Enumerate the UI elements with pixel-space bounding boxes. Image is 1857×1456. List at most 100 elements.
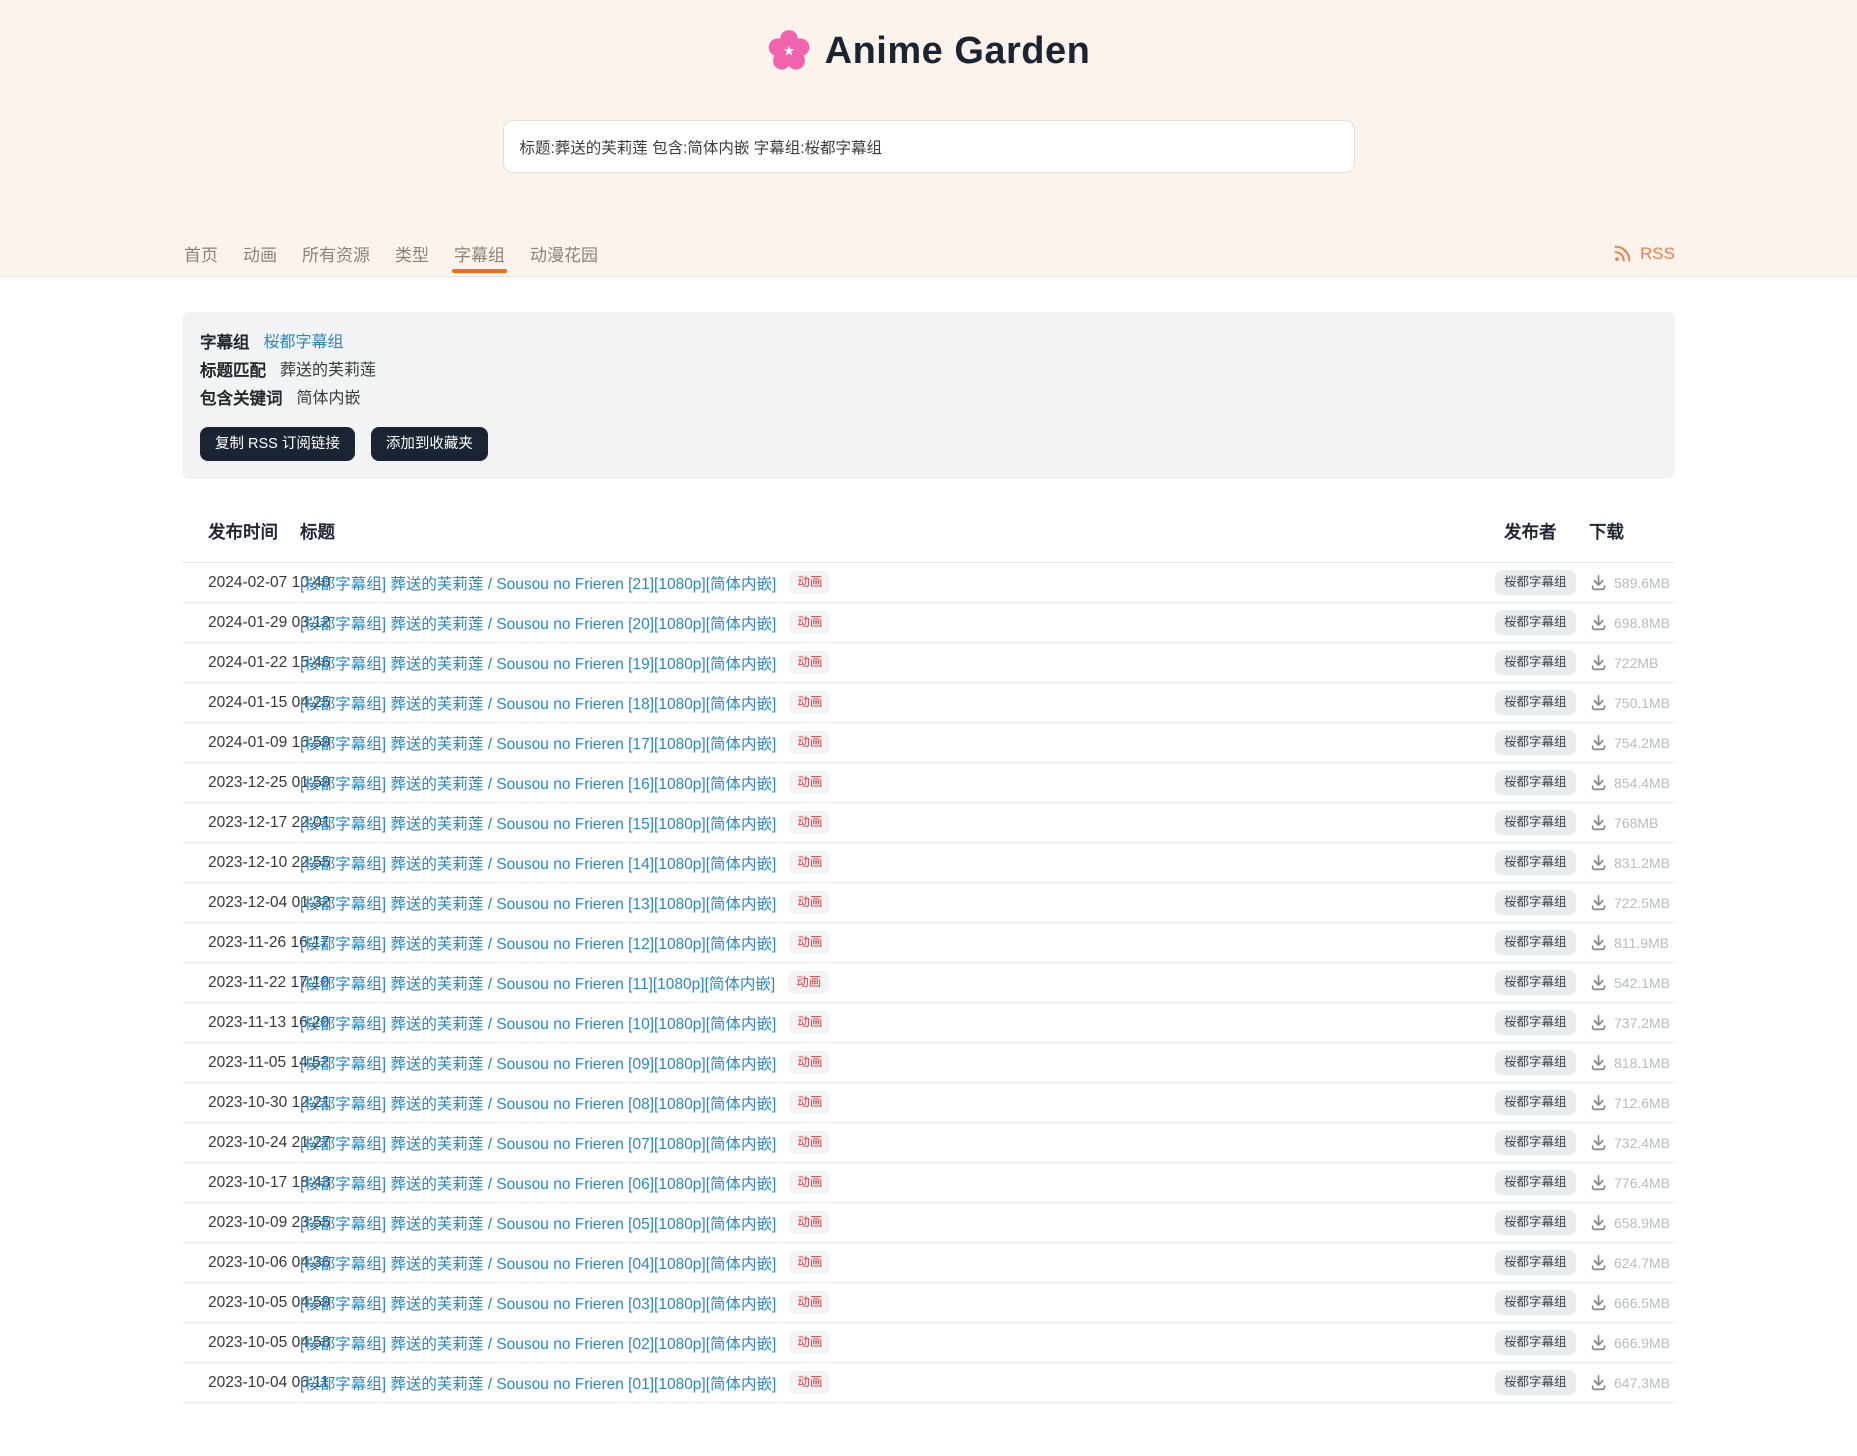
download-icon[interactable] bbox=[1589, 653, 1608, 672]
row-category-badge[interactable]: 动画 bbox=[789, 691, 830, 714]
row-title-link[interactable]: [桜都字幕组] 葬送的芙莉莲 / Sousou no Frieren [13][… bbox=[300, 892, 776, 914]
nav-item-anime[interactable]: 动画 bbox=[241, 233, 279, 274]
row-publisher-pill[interactable]: 桜都字幕组 bbox=[1495, 1010, 1576, 1035]
row-publisher-pill[interactable]: 桜都字幕组 bbox=[1495, 690, 1576, 715]
row-publisher-pill[interactable]: 桜都字幕组 bbox=[1495, 610, 1576, 635]
row-title-link[interactable]: [桜都字幕组] 葬送的芙莉莲 / Sousou no Frieren [12][… bbox=[300, 932, 776, 954]
row-category-badge[interactable]: 动画 bbox=[789, 931, 830, 954]
row-category-badge[interactable]: 动画 bbox=[789, 811, 830, 834]
download-icon[interactable] bbox=[1589, 973, 1608, 992]
row-category-badge[interactable]: 动画 bbox=[789, 1211, 830, 1234]
row-publisher-pill[interactable]: 桜都字幕组 bbox=[1495, 1250, 1576, 1275]
row-title-link[interactable]: [桜都字幕组] 葬送的芙莉莲 / Sousou no Frieren [02][… bbox=[300, 1332, 776, 1354]
row-title-link[interactable]: [桜都字幕组] 葬送的芙莉莲 / Sousou no Frieren [03][… bbox=[300, 1292, 776, 1314]
row-category-badge[interactable]: 动画 bbox=[789, 891, 830, 914]
download-icon[interactable] bbox=[1589, 1373, 1608, 1392]
row-title-link[interactable]: [桜都字幕组] 葬送的芙莉莲 / Sousou no Frieren [14][… bbox=[300, 852, 776, 874]
row-publisher-pill[interactable]: 桜都字幕组 bbox=[1495, 1330, 1576, 1355]
download-icon[interactable] bbox=[1589, 573, 1608, 592]
row-title-link[interactable]: [桜都字幕组] 葬送的芙莉莲 / Sousou no Frieren [09][… bbox=[300, 1052, 776, 1074]
download-icon[interactable] bbox=[1589, 813, 1608, 832]
nav-item-home[interactable]: 首页 bbox=[182, 233, 220, 274]
download-icon[interactable] bbox=[1589, 1213, 1608, 1232]
copy-rss-button[interactable]: 复制 RSS 订阅链接 bbox=[200, 427, 355, 461]
row-title-link[interactable]: [桜都字幕组] 葬送的芙莉莲 / Sousou no Frieren [21][… bbox=[300, 572, 776, 594]
add-favorite-button[interactable]: 添加到收藏夹 bbox=[371, 427, 488, 461]
row-category-badge[interactable]: 动画 bbox=[789, 571, 830, 594]
row-title-link[interactable]: [桜都字幕组] 葬送的芙莉莲 / Sousou no Frieren [16][… bbox=[300, 772, 776, 794]
download-icon[interactable] bbox=[1589, 773, 1608, 792]
row-title-link[interactable]: [桜都字幕组] 葬送的芙莉莲 / Sousou no Frieren [01][… bbox=[300, 1372, 776, 1394]
row-category-badge[interactable]: 动画 bbox=[789, 611, 830, 634]
row-publisher-pill[interactable]: 桜都字幕组 bbox=[1495, 930, 1576, 955]
download-icon[interactable] bbox=[1589, 1013, 1608, 1032]
rss-icon bbox=[1613, 244, 1632, 263]
row-category-badge[interactable]: 动画 bbox=[789, 851, 830, 874]
row-publisher-pill[interactable]: 桜都字幕组 bbox=[1495, 570, 1576, 595]
row-title-link[interactable]: [桜都字幕组] 葬送的芙莉莲 / Sousou no Frieren [10][… bbox=[300, 1012, 776, 1034]
download-icon[interactable] bbox=[1589, 693, 1608, 712]
row-publisher-pill[interactable]: 桜都字幕组 bbox=[1495, 810, 1576, 835]
row-publisher-cell: 桜都字幕组 bbox=[1495, 1170, 1589, 1195]
download-icon[interactable] bbox=[1589, 1053, 1608, 1072]
row-publisher-pill[interactable]: 桜都字幕组 bbox=[1495, 1210, 1576, 1235]
row-title-link[interactable]: [桜都字幕组] 葬送的芙莉莲 / Sousou no Frieren [08][… bbox=[300, 1092, 776, 1114]
row-category-badge[interactable]: 动画 bbox=[789, 1091, 830, 1114]
row-publisher-pill[interactable]: 桜都字幕组 bbox=[1495, 1130, 1576, 1155]
row-category-badge[interactable]: 动画 bbox=[789, 731, 830, 754]
row-publisher-pill[interactable]: 桜都字幕组 bbox=[1495, 890, 1576, 915]
row-category-badge[interactable]: 动画 bbox=[789, 1251, 830, 1274]
download-icon[interactable] bbox=[1589, 853, 1608, 872]
row-title-link[interactable]: [桜都字幕组] 葬送的芙莉莲 / Sousou no Frieren [07][… bbox=[300, 1132, 776, 1154]
row-category-badge[interactable]: 动画 bbox=[789, 1171, 830, 1194]
row-publisher-pill[interactable]: 桜都字幕组 bbox=[1495, 1170, 1576, 1195]
row-publisher-pill[interactable]: 桜都字幕组 bbox=[1495, 730, 1576, 755]
row-category-badge[interactable]: 动画 bbox=[789, 1291, 830, 1314]
download-icon[interactable] bbox=[1589, 1333, 1608, 1352]
nav-item-dmhy[interactable]: 动漫花园 bbox=[528, 233, 600, 274]
row-publisher-pill[interactable]: 桜都字幕组 bbox=[1495, 770, 1576, 795]
row-publisher-pill[interactable]: 桜都字幕组 bbox=[1495, 1090, 1576, 1115]
download-icon[interactable] bbox=[1589, 1133, 1608, 1152]
download-icon[interactable] bbox=[1589, 1173, 1608, 1192]
row-category-badge[interactable]: 动画 bbox=[789, 1051, 830, 1074]
row-publisher-pill[interactable]: 桜都字幕组 bbox=[1495, 1370, 1576, 1395]
row-title-link[interactable]: [桜都字幕组] 葬送的芙莉莲 / Sousou no Frieren [15][… bbox=[300, 812, 776, 834]
download-icon[interactable] bbox=[1589, 1253, 1608, 1272]
row-publish-time: 2023-12-04 01:32 bbox=[182, 894, 300, 912]
nav-item-all-resources[interactable]: 所有资源 bbox=[300, 233, 372, 274]
nav-item-types[interactable]: 类型 bbox=[393, 233, 431, 274]
row-title-link[interactable]: [桜都字幕组] 葬送的芙莉莲 / Sousou no Frieren [18][… bbox=[300, 692, 776, 714]
row-publisher-pill[interactable]: 桜都字幕组 bbox=[1495, 970, 1576, 995]
row-publisher-pill[interactable]: 桜都字幕组 bbox=[1495, 1050, 1576, 1075]
row-title-link[interactable]: [桜都字幕组] 葬送的芙莉莲 / Sousou no Frieren [20][… bbox=[300, 612, 776, 634]
nav-item-fansub-group[interactable]: 字幕组 bbox=[452, 233, 507, 274]
row-category-badge[interactable]: 动画 bbox=[789, 771, 830, 794]
row-title-link[interactable]: [桜都字幕组] 葬送的芙莉莲 / Sousou no Frieren [11][… bbox=[300, 972, 775, 994]
row-category-badge[interactable]: 动画 bbox=[789, 1131, 830, 1154]
row-category-badge[interactable]: 动画 bbox=[789, 651, 830, 674]
rss-link[interactable]: RSS bbox=[1613, 244, 1675, 264]
row-file-size: 658.9MB bbox=[1614, 1215, 1670, 1231]
download-icon[interactable] bbox=[1589, 733, 1608, 752]
filter-fansub-value-link[interactable]: 桜都字幕组 bbox=[264, 329, 344, 357]
table-row: 2023-11-26 16:17[桜都字幕组] 葬送的芙莉莲 / Sousou … bbox=[182, 923, 1675, 963]
download-icon[interactable] bbox=[1589, 933, 1608, 952]
row-publisher-pill[interactable]: 桜都字幕组 bbox=[1495, 1290, 1576, 1315]
download-icon[interactable] bbox=[1589, 893, 1608, 912]
download-icon[interactable] bbox=[1589, 1293, 1608, 1312]
row-title-link[interactable]: [桜都字幕组] 葬送的芙莉莲 / Sousou no Frieren [17][… bbox=[300, 732, 776, 754]
download-icon[interactable] bbox=[1589, 1093, 1608, 1112]
row-category-badge[interactable]: 动画 bbox=[789, 1371, 830, 1394]
row-title-link[interactable]: [桜都字幕组] 葬送的芙莉莲 / Sousou no Frieren [05][… bbox=[300, 1212, 776, 1234]
download-icon[interactable] bbox=[1589, 613, 1608, 632]
row-publisher-pill[interactable]: 桜都字幕组 bbox=[1495, 650, 1576, 675]
row-title-link[interactable]: [桜都字幕组] 葬送的芙莉莲 / Sousou no Frieren [04][… bbox=[300, 1252, 776, 1274]
row-title-link[interactable]: [桜都字幕组] 葬送的芙莉莲 / Sousou no Frieren [19][… bbox=[300, 652, 776, 674]
row-title-link[interactable]: [桜都字幕组] 葬送的芙莉莲 / Sousou no Frieren [06][… bbox=[300, 1172, 776, 1194]
row-category-badge[interactable]: 动画 bbox=[788, 971, 829, 994]
search-input[interactable] bbox=[503, 120, 1355, 173]
row-publisher-pill[interactable]: 桜都字幕组 bbox=[1495, 850, 1576, 875]
row-category-badge[interactable]: 动画 bbox=[789, 1011, 830, 1034]
row-category-badge[interactable]: 动画 bbox=[789, 1331, 830, 1354]
